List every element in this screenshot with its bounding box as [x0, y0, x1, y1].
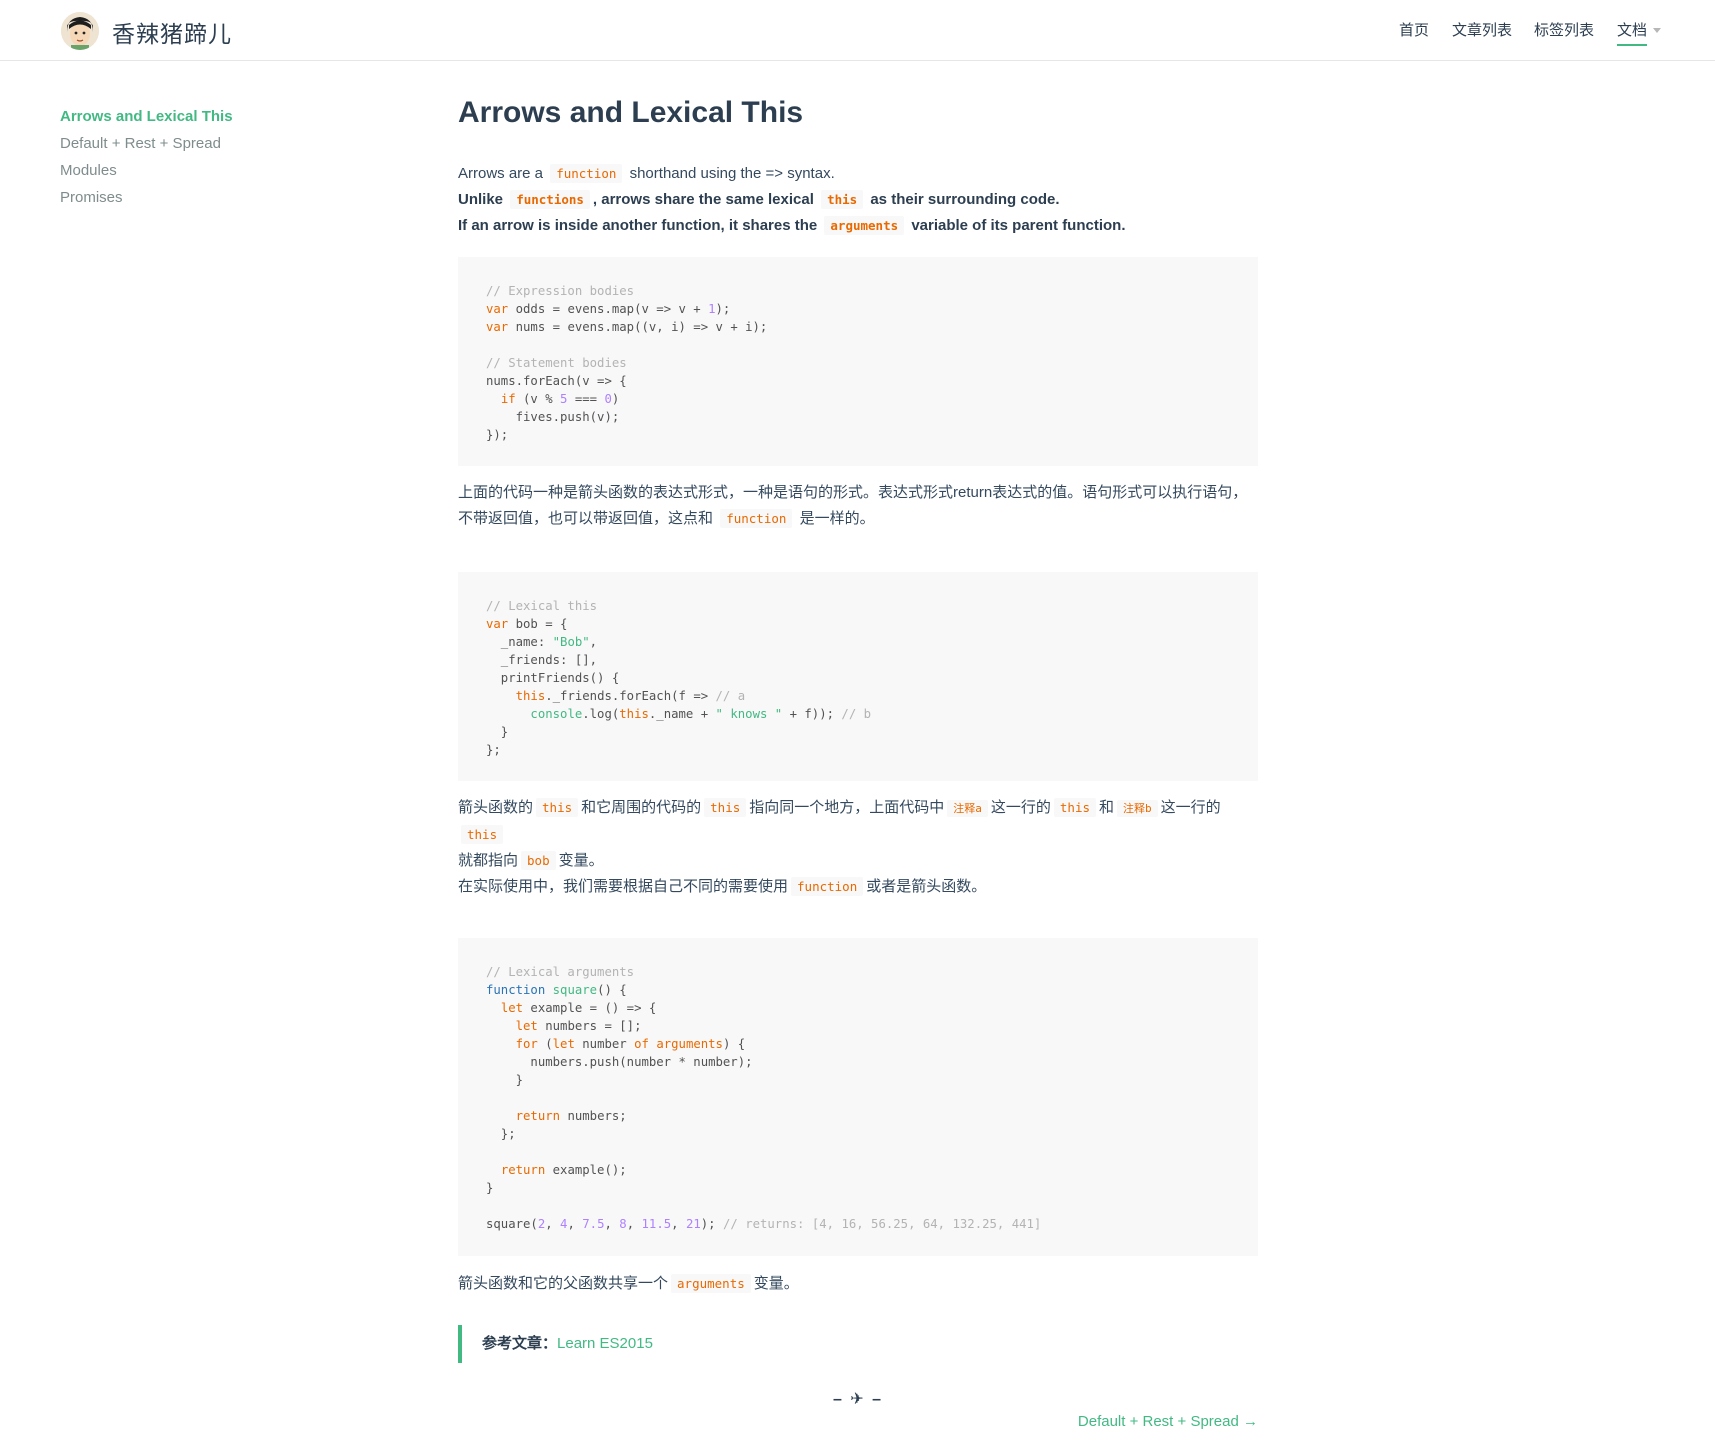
inline-code: arguments — [671, 1274, 751, 1293]
explanation-paragraph-1: 上面的代码一种是箭头函数的表达式形式，一种是语句的形式。表达式形式return表… — [458, 480, 1258, 532]
intro-text: , arrows share the same lexical — [592, 191, 814, 208]
intro-text: as their surrounding code. — [870, 191, 1060, 208]
inline-code: function — [720, 509, 793, 528]
body-text: 变量。 — [558, 852, 604, 869]
article-content: Arrows and Lexical This Arrows are a fun… — [458, 92, 1258, 1430]
body-text: 不带返回值，也可以带返回值，这点和 — [458, 510, 714, 527]
inline-code: functions — [510, 190, 590, 209]
inline-code: this — [1053, 798, 1097, 817]
body-text: 箭头函数和它的父函数共享一个 — [458, 1275, 669, 1292]
body-text: 或者是箭头函数。 — [866, 878, 987, 895]
intro-paragraph-3: If an arrow is inside another function, … — [458, 213, 1258, 239]
inline-code: 注释a — [947, 800, 988, 817]
body-text: 这一行的 — [1160, 799, 1221, 816]
intro-paragraph-2: Unlike functions, arrows share the same … — [458, 187, 1258, 213]
intro-text: shorthand using the => syntax. — [629, 165, 835, 182]
intro-text: Arrows are a — [458, 165, 544, 182]
inline-code: this — [704, 798, 747, 817]
inline-code: function — [550, 164, 623, 183]
reference-link[interactable]: Learn ES2015 — [557, 1335, 653, 1352]
nav-home[interactable]: 首页 — [1399, 19, 1429, 44]
sidebar-item-promises[interactable]: Promises — [60, 184, 360, 211]
intro-text: If an arrow is inside another function, … — [458, 217, 818, 234]
reference-blockquote: 参考文章：Learn ES2015 — [458, 1325, 1258, 1363]
end-of-article-mark: – ✈ – — [832, 1391, 884, 1408]
page-title: Arrows and Lexical This — [458, 96, 804, 129]
intro-text: Unlike — [458, 191, 504, 208]
inline-code: bob — [521, 851, 556, 870]
site-title[interactable]: 香辣猪蹄儿 — [112, 15, 232, 49]
avatar[interactable] — [61, 12, 99, 50]
code-block-lexical-this[interactable]: // Lexical this var bob = { _name: "Bob"… — [458, 572, 1258, 781]
nav-docs[interactable]: 文档 — [1617, 19, 1648, 46]
top-header: 香辣猪蹄儿 首页 文章列表 标签列表 文档 — [0, 0, 1715, 61]
body-text: 和它周围的代码的 — [581, 799, 702, 816]
body-text: 箭头函数的 — [458, 799, 534, 816]
body-text: 变量。 — [753, 1275, 799, 1292]
body-text: 这一行的 — [990, 799, 1051, 816]
sidebar-item-default-rest-spread[interactable]: Default + Rest + Spread — [60, 130, 360, 157]
inline-code: function — [791, 877, 864, 896]
sidebar-item-modules[interactable]: Modules — [60, 157, 360, 184]
explanation-paragraph-3: 箭头函数和它的父函数共享一个 arguments 变量。 — [458, 1271, 1258, 1297]
avatar-face-icon — [61, 12, 99, 50]
body-text: 是一样的。 — [799, 510, 875, 527]
explanation-paragraph-2: 箭头函数的 this 和它周围的代码的 this 指向同一个地方，上面代码中 注释a 这一行… — [458, 795, 1258, 900]
nav-tag-list[interactable]: 标签列表 — [1534, 19, 1594, 44]
body-text: 和 — [1099, 799, 1115, 816]
inline-code: 注释b — [1117, 800, 1158, 817]
code-block-expression-bodies[interactable]: // Expression bodies var odds = evens.ma… — [458, 257, 1258, 466]
intro-paragraph-1: Arrows are a function shorthand using th… — [458, 161, 1258, 187]
body-text: 指向同一个地方，上面代码中 — [749, 799, 945, 816]
inline-code: this — [821, 190, 864, 209]
inline-code: arguments — [824, 216, 905, 235]
code-block-lexical-arguments[interactable]: // Lexical arguments function square() {… — [458, 938, 1258, 1256]
body-text: 就都指向 — [458, 852, 519, 869]
inline-code: this — [461, 825, 504, 844]
body-text: 在实际使用中，我们需要根据自己不同的需要使用 — [458, 878, 789, 895]
sidebar-item-arrows[interactable]: Arrows and Lexical This — [60, 103, 360, 130]
inline-code: this — [536, 798, 579, 817]
reference-label: 参考文章： — [482, 1335, 558, 1352]
chevron-down-icon[interactable] — [1653, 28, 1661, 33]
docs-sidebar: Arrows and Lexical This Default + Rest +… — [60, 103, 360, 211]
intro-text: variable of its parent function. — [911, 217, 1126, 234]
body-text: 上面的代码一种是箭头函数的表达式形式，一种是语句的形式。表达式形式return表… — [458, 484, 1248, 501]
next-page-link[interactable]: Default + Rest + Spread → — [458, 1413, 1258, 1430]
nav-article-list[interactable]: 文章列表 — [1452, 19, 1512, 44]
